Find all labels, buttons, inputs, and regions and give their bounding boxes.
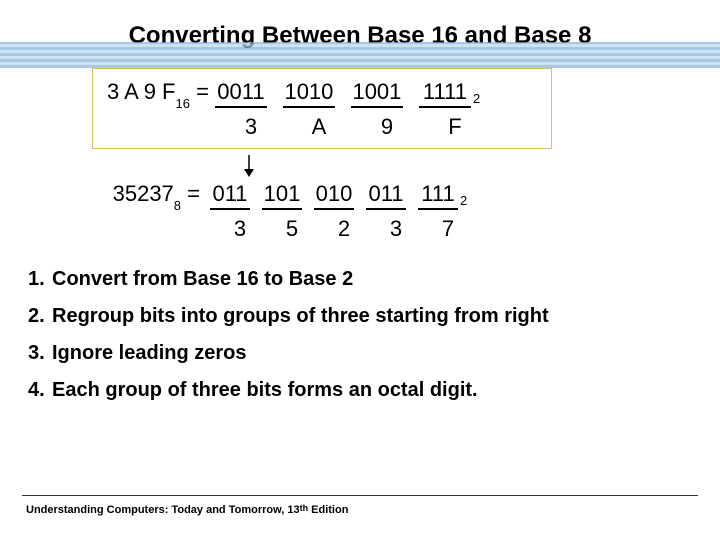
hex-binary-row: 3 A 9 F16 = 0011 1010 1001 1111 2	[107, 79, 537, 108]
octal-label: 5	[272, 216, 312, 242]
octal-binary-row: 352378 = 011 101 010 011 111 2	[92, 181, 592, 210]
footer-prefix: Understanding Computers: Today and Tomor…	[26, 504, 300, 516]
step-number: 4.	[28, 379, 52, 402]
octal-label: 3	[220, 216, 260, 242]
hex-digit-labels: 3 A 9 F	[225, 114, 537, 140]
step-number: 3.	[28, 342, 52, 365]
footer-text: Understanding Computers: Today and Tomor…	[26, 504, 348, 516]
hex-value-lhs: 3 A 9 F16 =	[107, 79, 209, 107]
octal-label: 7	[428, 216, 468, 242]
footer-divider	[22, 495, 698, 496]
step-text: Regroup bits into groups of three starti…	[52, 305, 549, 327]
bin-group-3: 011	[210, 181, 250, 210]
step-text: Convert from Base 16 to Base 2	[52, 268, 353, 290]
hex-label: 9	[361, 114, 413, 140]
equals-sign: =	[181, 181, 200, 206]
footer-ordinal: th	[300, 503, 309, 513]
step-number: 2.	[28, 305, 52, 328]
decorative-stripe	[0, 42, 720, 68]
equals-sign: =	[190, 79, 209, 104]
hex-label: A	[293, 114, 345, 140]
hex-label: 3	[225, 114, 277, 140]
binary-to-octal-block: 352378 = 011 101 010 011 111 2 3 5 2 3 7	[92, 181, 592, 242]
binary-groups-4bit: 0011 1010 1001 1111	[215, 79, 471, 108]
bin-group-3: 101	[262, 181, 302, 210]
step-text: Ignore leading zeros	[52, 342, 246, 364]
octal-value: 35237	[113, 181, 174, 206]
octal-digit-labels: 3 5 2 3 7	[220, 216, 592, 242]
binary-base-subscript: 2	[473, 91, 480, 106]
octal-label: 3	[376, 216, 416, 242]
step-item: 4.Each group of three bits forms an octa…	[28, 379, 720, 402]
bin-group: 1111	[419, 79, 471, 108]
hex-to-binary-panel: 3 A 9 F16 = 0011 1010 1001 1111 2 3 A 9 …	[92, 68, 552, 149]
binary-base-subscript: 2	[460, 193, 467, 208]
conversion-steps-list: 1.Convert from Base 16 to Base 2 2.Regro…	[28, 268, 720, 402]
bin-group: 1010	[283, 79, 335, 108]
binary-groups-3bit: 011 101 010 011 111	[210, 181, 458, 210]
octal-value-lhs: 352378 =	[92, 181, 210, 209]
hex-value: 3 A 9 F	[107, 79, 176, 104]
step-item: 1.Convert from Base 16 to Base 2	[28, 268, 720, 291]
step-text: Each group of three bits forms an octal …	[52, 379, 478, 401]
bin-group: 1001	[351, 79, 403, 108]
bin-group: 0011	[215, 79, 267, 108]
step-item: 2.Regroup bits into groups of three star…	[28, 305, 720, 328]
bin-group-3: 111	[418, 181, 458, 210]
footer-suffix: Edition	[308, 504, 348, 516]
arrow-down-icon	[242, 155, 720, 177]
octal-label: 2	[324, 216, 364, 242]
bin-group-3: 011	[366, 181, 406, 210]
bin-group-3: 010	[314, 181, 354, 210]
step-number: 1.	[28, 268, 52, 291]
hex-label: F	[429, 114, 481, 140]
hex-base-subscript: 16	[176, 96, 190, 111]
step-item: 3.Ignore leading zeros	[28, 342, 720, 365]
octal-base-subscript: 8	[174, 198, 181, 213]
